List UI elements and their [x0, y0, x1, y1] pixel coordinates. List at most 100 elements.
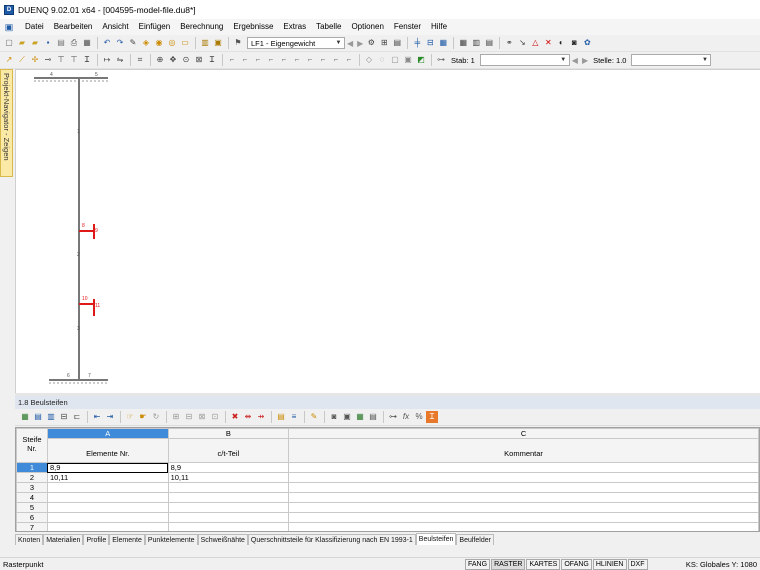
ct-teil-cell[interactable]: 10,11 [167, 472, 290, 483]
next-stab-icon[interactable]: ▶ [582, 56, 588, 65]
new-file-icon[interactable]: ▢ [3, 37, 15, 49]
ct-teil-cell[interactable] [167, 502, 290, 513]
save-icon[interactable]: ▪ [42, 37, 54, 49]
menu-berechnung[interactable]: Berechnung [175, 19, 228, 35]
profile-i-icon[interactable]: Ɪ [81, 54, 93, 66]
elemente-cell[interactable]: 10,11 [46, 472, 169, 483]
link-icon[interactable]: ⚭ [503, 37, 515, 49]
copy-icon[interactable]: ▢ [389, 54, 401, 66]
kommentar-cell[interactable] [288, 522, 759, 531]
load-display-icon[interactable]: ⚙ [365, 37, 377, 49]
loadcase-select[interactable]: LF1 - Eigengewicht ▼ [247, 37, 345, 49]
raster-toggle[interactable]: RASTER [491, 558, 526, 570]
menu-datei[interactable]: Datei [20, 19, 49, 35]
ofang-toggle[interactable]: OFANG [561, 558, 592, 570]
ct-teil-cell[interactable] [167, 512, 290, 523]
autofill-icon[interactable]: ▤ [275, 411, 287, 423]
window-view-icon[interactable]: ▣ [212, 37, 224, 49]
kommentar-cell[interactable] [288, 482, 759, 493]
menu-einfuegen[interactable]: Einfügen [134, 19, 176, 35]
element-type-7-icon[interactable]: ⌐ [304, 54, 316, 66]
stab-select[interactable]: ▼ [479, 54, 570, 66]
elemente-cell[interactable]: 8,9 [46, 462, 169, 473]
camera-icon[interactable]: ◙ [328, 411, 340, 423]
kommentar-cell[interactable] [288, 472, 759, 483]
row-number[interactable]: 6 [16, 512, 48, 523]
mirror-icon[interactable]: ▣ [402, 54, 414, 66]
delete-row-icon[interactable]: ✖ [229, 411, 241, 423]
filter-icon[interactable]: ⊶ [387, 411, 399, 423]
edit-icon[interactable]: ✎ [127, 37, 139, 49]
element-type-6-icon[interactable]: ⌐ [291, 54, 303, 66]
color-scheme-icon[interactable]: ◩ [415, 54, 427, 66]
tab-elemente[interactable]: Elemente [109, 534, 145, 545]
formula-icon[interactable]: fx [400, 411, 412, 423]
stelle-select[interactable]: ▼ [631, 54, 712, 66]
kommentar-cell[interactable] [288, 492, 759, 503]
menu-tabelle[interactable]: Tabelle [311, 19, 346, 35]
element-type-4-icon[interactable]: ⌐ [265, 54, 277, 66]
stab-filter-icon[interactable]: ⊶ [435, 54, 447, 66]
document-menu-icon[interactable]: ▣ [2, 21, 16, 33]
redo-icon[interactable]: ↷ [114, 37, 126, 49]
tab-materialien[interactable]: Materialien [43, 534, 84, 545]
navigator-tab[interactable]: Projekt-Navigator - Zeigen [0, 69, 13, 177]
graphic-icon[interactable]: ▣ [341, 411, 353, 423]
column-b-header[interactable]: B [167, 428, 290, 439]
zoom-window-icon[interactable]: ⊙ [180, 54, 192, 66]
ct-teil-cell[interactable] [167, 522, 290, 531]
clear-row-icon[interactable]: ⊡ [209, 411, 221, 423]
table-filter-icon[interactable]: ⊟ [58, 411, 70, 423]
measure-icon[interactable]: ↘ [516, 37, 528, 49]
rows-icon[interactable]: ▤ [483, 37, 495, 49]
ct-teil-cell[interactable] [167, 492, 290, 503]
elemente-cell[interactable] [46, 502, 169, 513]
legend-icon[interactable]: ▤ [391, 37, 403, 49]
menu-optionen[interactable]: Optionen [346, 19, 388, 35]
show-results-icon[interactable]: ◎ [166, 37, 178, 49]
elemente-cell[interactable] [46, 492, 169, 503]
warning-icon[interactable]: △ [529, 37, 541, 49]
table-import-icon[interactable]: ▤ [32, 411, 44, 423]
table-excel-icon[interactable]: ▦ [19, 411, 31, 423]
columns-icon[interactable]: ▥ [470, 37, 482, 49]
element-type-9-icon[interactable]: ⌐ [330, 54, 342, 66]
element-type-8-icon[interactable]: ⌐ [317, 54, 329, 66]
loadcase-icon[interactable]: ⚑ [232, 37, 244, 49]
copy-row-icon[interactable]: ⊟ [183, 411, 195, 423]
section-dims-icon[interactable]: ⊟ [424, 37, 436, 49]
print-preview-icon[interactable]: ▦ [81, 37, 93, 49]
tab-punktelemente[interactable]: Punktelemente [144, 534, 198, 545]
previous-loadcase-icon[interactable]: ◀ [347, 39, 353, 48]
row-number[interactable]: 7 [16, 522, 48, 531]
print-icon[interactable]: ⎙ [68, 37, 80, 49]
tab-schweissnaehte[interactable]: Schweißnähte [197, 534, 248, 545]
open-folder-icon[interactable]: ▰ [16, 37, 28, 49]
comment-icon[interactable]: ▭ [179, 37, 191, 49]
ct-teil-cell[interactable]: 8,9 [167, 462, 290, 473]
element-type-10-icon[interactable]: ⌐ [343, 54, 355, 66]
line-draw-icon[interactable]: ⟋ [16, 54, 28, 66]
insert-row-icon[interactable]: ⊞ [170, 411, 182, 423]
zoom-all-icon[interactable]: ⊠ [193, 54, 205, 66]
menu-hilfe[interactable]: Hilfe [426, 19, 452, 35]
node-tool-icon[interactable]: ✢ [29, 54, 41, 66]
profile-view-icon[interactable]: Ɪ [206, 54, 218, 66]
stiffener-icon[interactable]: ⊤ [55, 54, 67, 66]
row-number[interactable]: 2 [16, 472, 48, 483]
percent-icon[interactable]: % [413, 411, 425, 423]
tab-beulfelder[interactable]: Beulfelder [456, 534, 494, 545]
pan-icon[interactable]: ✥ [167, 54, 179, 66]
delete-selection-icon[interactable]: ⇸ [255, 411, 267, 423]
save-as-icon[interactable]: ▤ [55, 37, 67, 49]
elemente-cell[interactable] [46, 512, 169, 523]
row-number[interactable]: 4 [16, 492, 48, 503]
tab-knoten[interactable]: Knoten [15, 534, 44, 545]
menu-ansicht[interactable]: Ansicht [97, 19, 133, 35]
table-prev-icon[interactable]: ⇤ [91, 411, 103, 423]
values-icon[interactable]: ⊞ [378, 37, 390, 49]
element-type-5-icon[interactable]: ⌐ [278, 54, 290, 66]
row-number[interactable]: 1 [16, 462, 48, 473]
menu-extras[interactable]: Extras [278, 19, 311, 35]
excel-export-icon[interactable]: ▦ [354, 411, 366, 423]
